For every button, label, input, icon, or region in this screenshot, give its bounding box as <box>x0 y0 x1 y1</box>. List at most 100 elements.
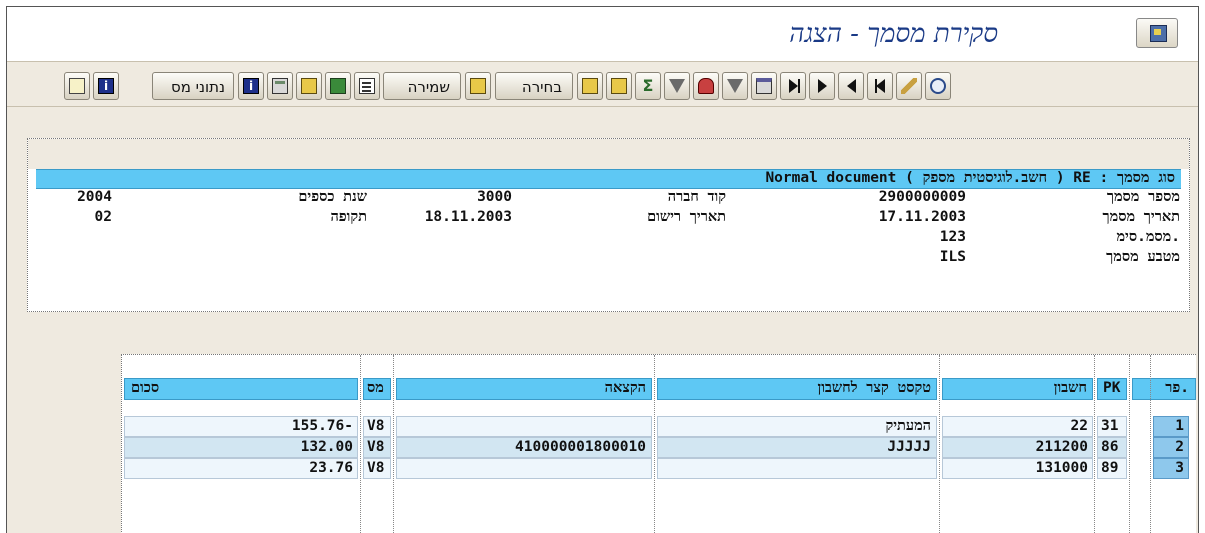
set-filter-button[interactable] <box>722 72 748 100</box>
document-button[interactable] <box>64 72 90 100</box>
column-separator <box>1094 355 1095 533</box>
column-separator <box>393 355 394 533</box>
sum-button[interactable]: Σ <box>635 72 661 100</box>
previous-page-button[interactable] <box>838 72 864 100</box>
currency-value: ILS <box>939 249 966 265</box>
document-type-row: סוג מסמך : RE ( חשב.לוגיסטית מספק ) Norm… <box>36 169 1181 189</box>
filter-icon <box>669 79 685 93</box>
print-preview-button[interactable] <box>693 72 719 100</box>
reference-label: מסמ.סימ. <box>1116 229 1180 245</box>
assignment-cell <box>396 458 652 479</box>
col-header-assignment-label: הקצאה <box>604 380 646 396</box>
print-icon <box>756 78 772 94</box>
col-header-pk-label: PK <box>1103 380 1121 396</box>
row-selector[interactable]: 3 <box>1153 458 1189 479</box>
period-label: תקופה <box>330 209 367 225</box>
tax-data-label: נתוני מס <box>170 78 225 96</box>
info-button-2[interactable]: i <box>238 72 264 100</box>
last-page-icon <box>789 79 798 93</box>
short-text-cell: המעתיק <box>657 416 937 437</box>
next-page-button[interactable] <box>809 72 835 100</box>
posting-date-value: 18.11.2003 <box>424 209 512 225</box>
account-cell: 131000 <box>942 458 1093 479</box>
col-header-item-label: פר. <box>1165 380 1189 396</box>
sigma-icon: Σ <box>642 76 654 95</box>
col-header-short-text[interactable]: טקסט קצר לחשבון <box>657 378 937 400</box>
window-title: סקירת מסמך - הצגה <box>789 19 998 49</box>
amount-cell: 23.76 <box>124 458 358 479</box>
sort-icon <box>359 78 375 94</box>
col-header-amount[interactable]: סכום <box>124 378 358 400</box>
calculator-icon <box>272 78 288 94</box>
col-header-tax-label: מס <box>367 380 384 396</box>
pk-cell: 31 <box>1097 416 1127 437</box>
pencil-icon <box>901 78 917 94</box>
row-selector[interactable]: 2 <box>1153 437 1189 458</box>
last-page-button[interactable] <box>780 72 806 100</box>
display-button[interactable] <box>925 72 951 100</box>
doc-date-label: תאריך מסמך <box>1102 209 1181 225</box>
first-page-bar-icon <box>875 79 877 93</box>
currency-label: מטבע מסמך <box>1106 249 1180 265</box>
column-separator <box>654 355 655 533</box>
col-header-item[interactable]: פר. <box>1132 378 1196 400</box>
short-text-cell: JJJJJ <box>657 437 937 458</box>
period-value: 02 <box>94 209 112 225</box>
doc-number-label: מספר מסמך <box>1106 189 1180 205</box>
doc-number-value: 2900000009 <box>878 189 966 205</box>
first-page-button[interactable] <box>867 72 893 100</box>
edit-button[interactable] <box>896 72 922 100</box>
company-code-value: 3000 <box>477 189 512 205</box>
filter-button[interactable] <box>664 72 690 100</box>
select-label: בחירה <box>521 78 562 96</box>
sort-button[interactable] <box>354 72 380 100</box>
document-icon <box>69 78 85 94</box>
calculator-button[interactable] <box>267 72 293 100</box>
column-separator <box>1129 355 1130 533</box>
customize-layout-button[interactable] <box>1136 18 1178 48</box>
copy-layout-button[interactable] <box>577 72 603 100</box>
amount-cell: 132.00 <box>124 437 358 458</box>
tax-data-button[interactable]: נתוני מס <box>152 72 234 100</box>
select-button[interactable]: בחירה <box>495 72 573 100</box>
copy-button[interactable] <box>296 72 322 100</box>
document-header-box: סוג מסמך : RE ( חשב.לוגיסטית מספק ) Norm… <box>27 138 1190 312</box>
fiscal-year-value: 2004 <box>77 189 112 205</box>
col-header-account[interactable]: חשבון <box>942 378 1093 400</box>
line-items-table: סכום מס הקצאה טקסט קצר לחשבון חשבון PK פ… <box>121 354 1196 533</box>
column-separator <box>360 355 361 533</box>
last-page-bar-icon <box>798 79 800 93</box>
print-button[interactable] <box>751 72 777 100</box>
col-header-pk[interactable]: PK <box>1097 378 1127 400</box>
col-header-short-text-label: טקסט קצר לחשבון <box>817 380 932 396</box>
sap-window: סקירת מסמך - הצגה i נתוני מס i שמירה בחי… <box>6 6 1199 533</box>
set-filter-icon <box>727 79 743 93</box>
account-cell: 22 <box>942 416 1093 437</box>
row-selector[interactable]: 1 <box>1153 416 1189 437</box>
pk-cell: 86 <box>1097 437 1127 458</box>
info-button[interactable]: i <box>93 72 119 100</box>
title-bar: סקירת מסמך - הצגה <box>7 7 1198 61</box>
pk-cell: 89 <box>1097 458 1127 479</box>
header-fields: מספר מסמך 2900000009 קוד חברה 3000 שנת כ… <box>29 189 1188 311</box>
reference-value: 123 <box>939 229 966 245</box>
copy-layout-icon <box>582 78 598 94</box>
col-header-tax[interactable]: מס <box>363 378 391 400</box>
paste-icon <box>470 78 486 94</box>
document-type-text: סוג מסמך : RE ( חשב.לוגיסטית מספק ) Norm… <box>765 170 1175 186</box>
change-layout-button[interactable] <box>606 72 632 100</box>
save-label: שמירה <box>407 78 450 96</box>
account-cell: 211200 <box>942 437 1093 458</box>
export-button[interactable] <box>325 72 351 100</box>
column-separator <box>1150 355 1151 533</box>
tax-cell: V8 <box>363 458 391 479</box>
tax-cell: V8 <box>363 437 391 458</box>
amount-cell: 155.76- <box>124 416 358 437</box>
col-header-assignment[interactable]: הקצאה <box>396 378 652 400</box>
assignment-cell: 410000001800010 <box>396 437 652 458</box>
save-button[interactable]: שמירה <box>383 72 461 100</box>
paste-button[interactable] <box>465 72 491 100</box>
change-layout-icon <box>611 78 627 94</box>
application-toolbar: i נתוני מס i שמירה בחירה Σ <box>7 61 1198 107</box>
assignment-cell <box>396 416 652 437</box>
